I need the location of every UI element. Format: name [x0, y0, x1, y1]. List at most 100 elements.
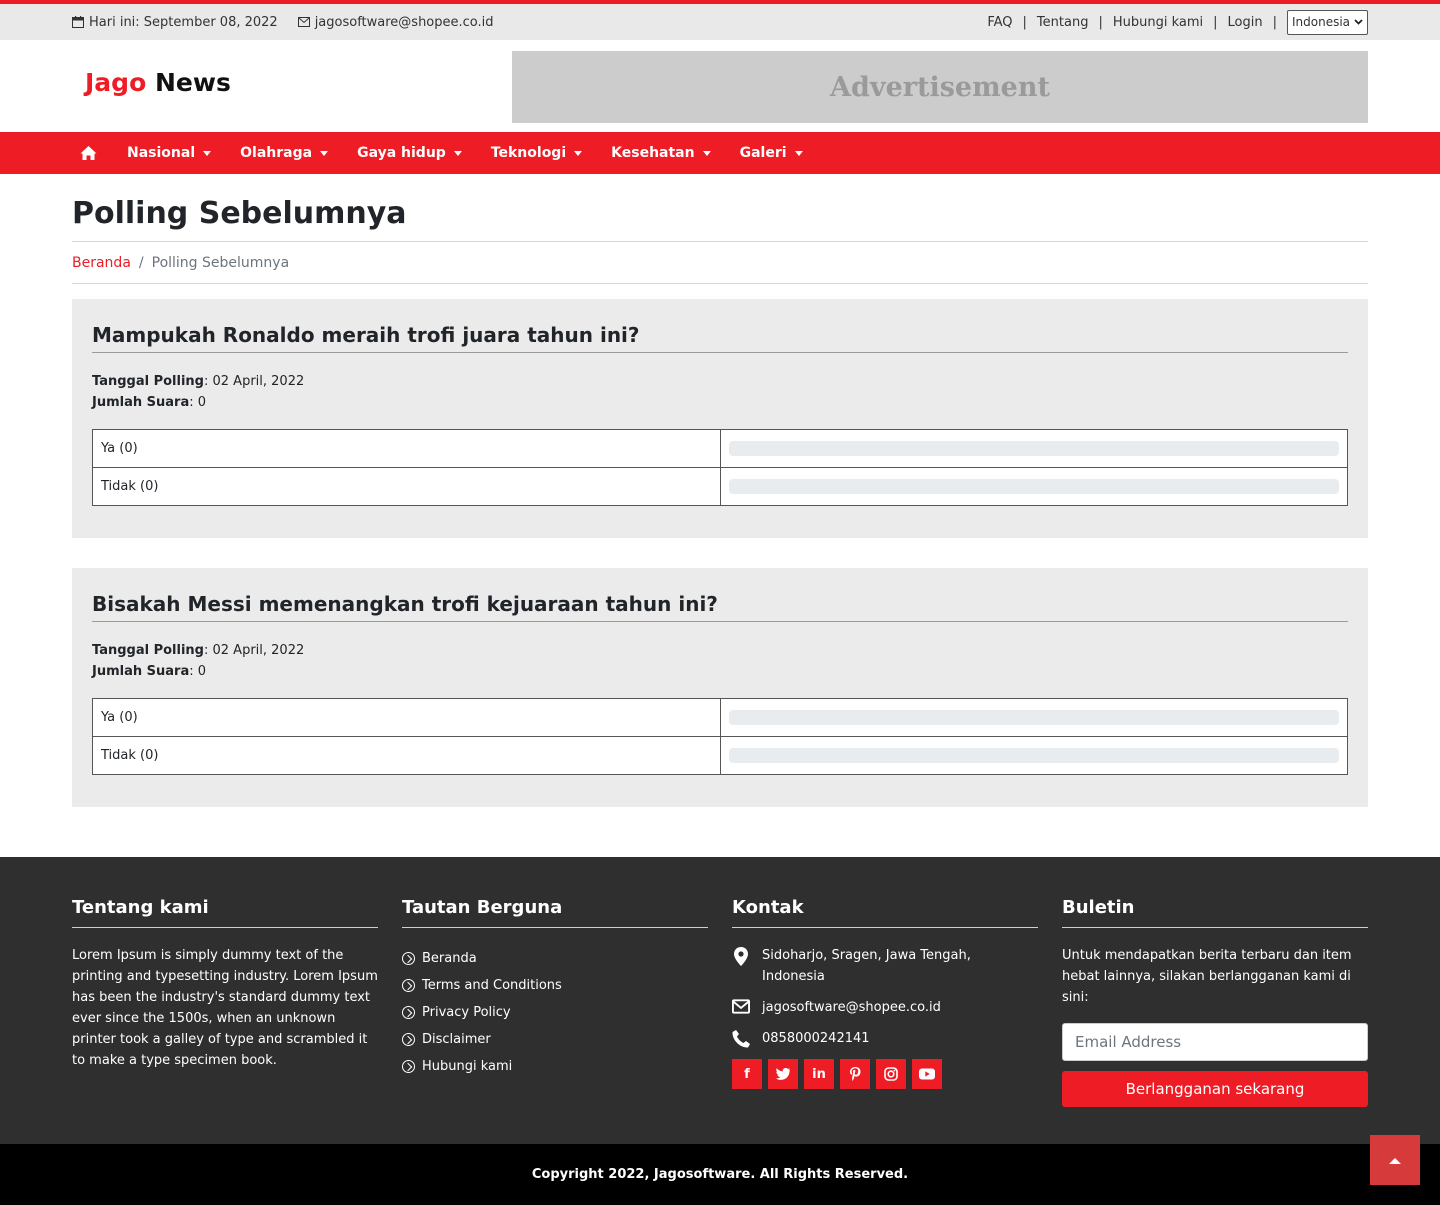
- poll-date: : 02 April, 2022: [203, 374, 305, 389]
- poll-date-label: Tanggal Polling: [92, 643, 204, 658]
- footer-contact-title: Kontak: [732, 897, 1038, 928]
- ad-text: Advertisement: [830, 71, 1050, 103]
- arrow-circle-right-icon: [402, 1033, 415, 1046]
- email-text: jagosoftware@shopee.co.id: [314, 14, 494, 30]
- logo-news: News: [154, 68, 231, 97]
- poll-votes: : 0: [189, 395, 207, 410]
- social-links: f in: [732, 1059, 1038, 1089]
- caret-down-icon: [203, 150, 212, 156]
- email-text[interactable]: jagosoftware@shopee.co.id: [762, 997, 941, 1018]
- caret-down-icon: [320, 150, 329, 156]
- calendar-icon: [72, 16, 84, 28]
- breadcrumb-separator: /: [138, 255, 144, 271]
- poll-date-label: Tanggal Polling: [92, 374, 204, 389]
- advertisement-banner[interactable]: Advertisement: [512, 51, 1368, 123]
- instagram-icon[interactable]: [876, 1059, 906, 1089]
- poll-option-bar-cell: [720, 698, 1348, 737]
- breadcrumb-current: Polling Sebelumnya: [151, 255, 290, 271]
- poll-date: : 02 April, 2022: [203, 643, 305, 658]
- faq-link[interactable]: FAQ: [987, 15, 1012, 30]
- nav-nasional[interactable]: Nasional: [127, 145, 212, 161]
- hubungi-link[interactable]: Hubungi kami: [1113, 15, 1203, 30]
- table-row: Tidak (0): [92, 467, 1348, 506]
- poll-option-label: Tidak (0): [92, 467, 721, 506]
- footer-about: Tentang kami Lorem Ipsum is simply dummy…: [72, 897, 378, 1071]
- poll-votes-label: Jumlah Suara: [92, 395, 190, 410]
- divider: |: [1098, 14, 1103, 30]
- arrow-circle-right-icon: [402, 1060, 415, 1073]
- chevron-down-icon: [1354, 19, 1363, 25]
- site-header: Jago News Advertisement: [0, 40, 1440, 132]
- poll-card: Mampukah Ronaldo meraih trofi juara tahu…: [72, 299, 1368, 538]
- email-info: jagosoftware@shopee.co.id: [297, 14, 494, 30]
- poll-option-label: Tidak (0): [92, 736, 721, 775]
- footer-link-terms[interactable]: Terms and Conditions: [402, 972, 708, 999]
- poll-results-table: Ya (0) Tidak (0): [92, 429, 1348, 506]
- nav-label: Olahraga: [240, 145, 313, 161]
- nav-gaya-hidup[interactable]: Gaya hidup: [357, 145, 462, 161]
- nav-galeri[interactable]: Galeri: [740, 145, 803, 161]
- contact-phone: 0858000242141: [732, 1028, 1038, 1049]
- main-nav: Nasional Olahraga Gaya hidup Teknologi K…: [0, 132, 1440, 174]
- caret-down-icon: [794, 150, 803, 156]
- footer-about-title: Tentang kami: [72, 897, 378, 928]
- nav-teknologi[interactable]: Teknologi: [491, 145, 583, 161]
- poll-option-label: Ya (0): [92, 698, 721, 737]
- table-row: Tidak (0): [92, 736, 1348, 775]
- nav-label: Kesehatan: [611, 145, 695, 161]
- footer-contact: Kontak Sidoharjo, Sragen, Jawa Tengah, I…: [732, 897, 1038, 1089]
- footer-link-disclaimer[interactable]: Disclaimer: [402, 1026, 708, 1053]
- footer-link-hubungi[interactable]: Hubungi kami: [402, 1053, 708, 1080]
- map-marker-icon: [732, 945, 750, 987]
- arrow-circle-right-icon: [402, 952, 415, 965]
- divider: |: [1272, 14, 1277, 30]
- breadcrumb: Beranda / Polling Sebelumnya: [72, 255, 289, 271]
- top-bar: Hari ini: September 08, 2022 jagosoftwar…: [0, 4, 1440, 40]
- tentang-link[interactable]: Tentang: [1037, 15, 1089, 30]
- nav-olahraga[interactable]: Olahraga: [240, 145, 329, 161]
- breadcrumb-home[interactable]: Beranda: [72, 255, 131, 271]
- back-to-top-button[interactable]: [1370, 1135, 1420, 1185]
- chevron-up-icon: [1389, 1157, 1401, 1164]
- nav-kesehatan[interactable]: Kesehatan: [611, 145, 711, 161]
- phone-icon: [732, 1028, 750, 1049]
- newsletter-text: Untuk mendapatkan berita terbaru dan ite…: [1062, 948, 1352, 1005]
- link-label: Terms and Conditions: [422, 978, 562, 993]
- footer-link-beranda[interactable]: Beranda: [402, 945, 708, 972]
- envelope-icon: [297, 17, 310, 27]
- link-label: Disclaimer: [422, 1032, 491, 1047]
- login-link[interactable]: Login: [1228, 15, 1263, 30]
- progress-bar: [729, 441, 1339, 456]
- phone-text: 0858000242141: [762, 1031, 870, 1046]
- footer-link-privacy[interactable]: Privacy Policy: [402, 999, 708, 1026]
- newsletter-email-input[interactable]: Email Address: [1062, 1023, 1368, 1061]
- poll-meta: Tanggal Polling: 02 April, 2022 Jumlah S…: [92, 371, 1348, 413]
- date-text: Hari ini: September 08, 2022: [89, 14, 278, 30]
- caret-down-icon: [453, 150, 462, 156]
- poll-option-bar-cell: [720, 429, 1348, 468]
- poll-meta: Tanggal Polling: 02 April, 2022 Jumlah S…: [92, 640, 1348, 682]
- nav-label: Gaya hidup: [357, 145, 446, 161]
- poll-question: Mampukah Ronaldo meraih trofi juara tahu…: [92, 319, 1348, 353]
- poll-card: Bisakah Messi memenangkan trofi kejuaraa…: [72, 568, 1368, 807]
- twitter-icon[interactable]: [768, 1059, 798, 1089]
- youtube-icon[interactable]: [912, 1059, 942, 1089]
- language-select[interactable]: Indonesia: [1287, 9, 1368, 35]
- link-label: Privacy Policy: [422, 1005, 511, 1020]
- progress-bar: [729, 748, 1339, 763]
- pinterest-icon[interactable]: [840, 1059, 870, 1089]
- link-label: Beranda: [422, 951, 477, 966]
- site-logo[interactable]: Jago News: [85, 68, 231, 97]
- subscribe-button[interactable]: Berlangganan sekarang: [1062, 1071, 1368, 1107]
- link-label: Hubungi kami: [422, 1059, 513, 1074]
- email-placeholder: Email Address: [1075, 1033, 1182, 1051]
- progress-bar: [729, 479, 1339, 494]
- facebook-icon[interactable]: f: [732, 1059, 762, 1089]
- arrow-circle-right-icon: [402, 1006, 415, 1019]
- nav-label: Galeri: [739, 145, 787, 161]
- table-row: Ya (0): [92, 698, 1348, 737]
- linkedin-icon[interactable]: in: [804, 1059, 834, 1089]
- home-icon[interactable]: [80, 145, 97, 161]
- address-text: Sidoharjo, Sragen, Jawa Tengah, Indonesi…: [762, 948, 971, 984]
- poll-option-label: Ya (0): [92, 429, 721, 468]
